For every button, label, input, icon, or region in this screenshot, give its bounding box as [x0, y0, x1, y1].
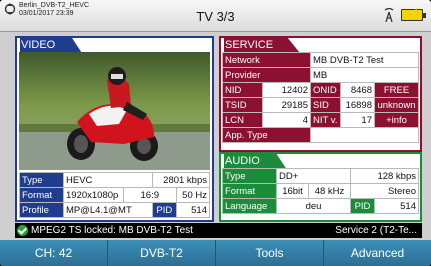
sid-label: SID — [310, 97, 341, 113]
type-label: Type — [19, 172, 64, 188]
apptype-value — [310, 127, 419, 143]
top-status-bar: Berlin_DVB-T2_HEVC 03/01/2017 23:39 TV 3… — [0, 0, 431, 32]
video-profile: MP@L4.1@MT — [62, 202, 154, 218]
audio-title: AUDIO — [224, 154, 286, 168]
video-codec: HEVC — [62, 172, 154, 188]
service-selector[interactable]: Service 2 (T2-Te... — [335, 223, 417, 238]
video-resolution: 1920x1080p — [63, 187, 124, 203]
video-info-table: Type HEVC 2801 kbps Format 1920x1080p 16… — [19, 172, 211, 218]
audio-format-label: Format — [222, 183, 277, 199]
service-info-table: Network MB DVB-T2 Test Provider MB NID 1… — [221, 52, 419, 143]
video-profile-row: Profile MP@L4.1@MT PID 514 — [19, 202, 211, 218]
nid-row: NID 12402 ONID 8468 FREE — [221, 82, 419, 98]
audio-rate: 48 kHz — [308, 183, 351, 199]
onid-label: ONID — [310, 82, 341, 98]
video-panel: VIDEO Type HEVC 2801 kbps Format 1920x10… — [15, 36, 214, 222]
audio-bitrate: 128 kbps — [350, 168, 419, 184]
video-aspect: 16:9 — [123, 187, 177, 203]
audio-bits: 16bit — [276, 183, 309, 199]
lcn-label: LCN — [221, 112, 264, 128]
apptype-row: App. Type — [222, 127, 419, 143]
video-frequency: 50 Hz — [175, 187, 211, 203]
tsid-value: 29185 — [262, 97, 311, 113]
antenna-icon — [384, 8, 394, 22]
audio-language: deu — [276, 198, 351, 214]
free-badge: FREE — [374, 82, 419, 98]
lcn-value: 4 — [262, 112, 311, 128]
audio-type-label: Type — [222, 168, 277, 184]
more-info-button[interactable]: +info — [374, 112, 419, 128]
audio-mode: Stereo — [350, 183, 419, 199]
softkey-menu: CH: 42 DVB-T2 Tools Advanced — [0, 240, 431, 266]
audio-type-row: Type DD+ 128 kbps — [222, 168, 419, 184]
locked-check-icon — [17, 225, 28, 236]
nid-value: 12402 — [262, 82, 311, 98]
video-bitrate: 2801 kbps — [152, 172, 210, 188]
audio-format-row: Format 16bit 48 kHz Stereo — [222, 183, 419, 199]
service-title: SERVICE — [224, 38, 300, 52]
video-pid: 514 — [175, 202, 211, 218]
advanced-button[interactable]: Advanced — [324, 240, 431, 266]
video-preview — [19, 52, 210, 170]
video-title: VIDEO — [20, 38, 82, 52]
provider-value: MB — [310, 67, 419, 83]
lock-status-text: MPEG2 TS locked: MB DVB-T2 Test — [31, 225, 193, 236]
audio-pid: 514 — [374, 198, 419, 214]
onid-value: 8468 — [340, 82, 375, 98]
audio-panel: AUDIO Type DD+ 128 kbps Format 16bit 48 … — [219, 152, 422, 222]
unknown-badge: unknown — [374, 97, 419, 113]
video-thumbnail-image — [19, 52, 210, 170]
language-label: Language — [222, 198, 277, 214]
video-type-row: Type HEVC 2801 kbps — [19, 172, 210, 188]
network-value: MB DVB-T2 Test — [310, 52, 419, 68]
nitv-value: 17 — [340, 112, 375, 128]
lcn-row: LCN 4 NIT v. 17 +info — [221, 112, 419, 128]
tsid-label: TSID — [221, 97, 264, 113]
service-panel: SERVICE Network MB DVB-T2 Test Provider … — [219, 36, 422, 152]
network-label: Network — [222, 52, 311, 68]
audio-info-table: Type DD+ 128 kbps Format 16bit 48 kHz St… — [222, 168, 419, 214]
profile-label: Profile — [19, 202, 64, 218]
sid-value: 16898 — [340, 97, 375, 113]
pid-label: PID — [152, 202, 177, 218]
format-label: Format — [19, 187, 64, 203]
provider-row: Provider MB — [222, 67, 419, 83]
lock-status-bar: MPEG2 TS locked: MB DVB-T2 Test Service … — [15, 223, 422, 238]
network-row: Network MB DVB-T2 Test — [222, 52, 419, 68]
video-format-row: Format 1920x1080p 16:9 50 Hz — [19, 187, 211, 203]
provider-label: Provider — [222, 67, 311, 83]
nitv-label: NIT v. — [310, 112, 341, 128]
tools-button[interactable]: Tools — [216, 240, 324, 266]
battery-icon: ⚡ — [401, 9, 426, 21]
tsid-row: TSID 29185 SID 16898 unknown — [221, 97, 419, 113]
channel-button[interactable]: CH: 42 — [0, 240, 108, 266]
audio-pid-label: PID — [350, 198, 375, 214]
apptype-label: App. Type — [222, 127, 311, 143]
screen-title: TV 3/3 — [196, 9, 235, 24]
standard-button[interactable]: DVB-T2 — [108, 240, 216, 266]
nid-label: NID — [221, 82, 264, 98]
audio-codec: DD+ — [276, 168, 351, 184]
analyzer-screen: Berlin_DVB-T2_HEVC 03/01/2017 23:39 TV 3… — [0, 0, 431, 266]
audio-language-row: Language deu PID 514 — [222, 198, 419, 214]
